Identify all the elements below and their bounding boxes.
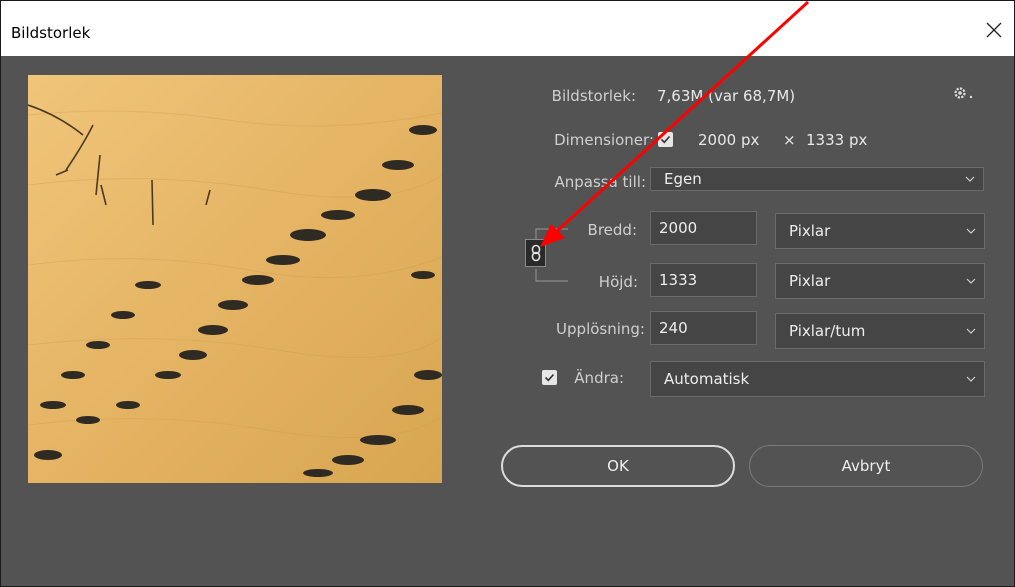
image-size-label: Bildstorlek:	[551, 87, 636, 105]
ok-button[interactable]: OK	[501, 445, 735, 487]
resolution-unit-select[interactable]: Pixlar/tum	[775, 313, 985, 349]
height-unit-value: Pixlar	[789, 272, 831, 290]
width-input[interactable]: 2000	[650, 211, 757, 245]
height-input[interactable]: 1333	[650, 263, 757, 297]
resample-checkbox[interactable]	[542, 370, 557, 385]
resample-method-value: Automatisk	[664, 370, 750, 388]
checkmark-icon	[544, 373, 555, 382]
fit-to-label: Anpassa till:	[554, 173, 646, 191]
chevron-down-icon	[966, 328, 976, 334]
dialog-title: Bildstorlek	[11, 24, 91, 42]
checkmark-icon	[660, 135, 671, 144]
image-size-value: 7,63M (var 68,7M)	[657, 87, 796, 105]
image-preview[interactable]	[28, 75, 442, 483]
width-unit-value: Pixlar	[789, 222, 831, 240]
resolution-input[interactable]: 240	[650, 311, 757, 345]
height-label: Höjd:	[598, 273, 638, 291]
dimensions-label: Dimensioner:	[554, 131, 654, 149]
chevron-down-icon	[966, 278, 976, 284]
resolution-unit-value: Pixlar/tum	[789, 322, 866, 340]
gear-icon	[954, 87, 973, 99]
height-unit-select[interactable]: Pixlar	[775, 263, 985, 299]
title-bar: Bildstorlek	[1, 1, 1014, 56]
close-icon	[986, 22, 1002, 38]
dimensions-height-value: 1333 px	[806, 131, 868, 149]
width-unit-select[interactable]: Pixlar	[775, 213, 985, 249]
dimensions-width-value: 2000 px	[698, 131, 760, 149]
chevron-down-icon	[966, 228, 976, 234]
width-label: Bredd:	[587, 221, 637, 239]
cancel-button[interactable]: Avbryt	[749, 445, 983, 487]
fit-to-select[interactable]: Egen	[650, 167, 984, 191]
resample-method-select[interactable]: Automatisk	[650, 361, 985, 397]
dimensions-separator: ×	[783, 131, 796, 149]
close-button[interactable]	[979, 15, 1009, 45]
chevron-down-icon	[966, 376, 976, 382]
dimensions-checkbox[interactable]	[658, 132, 673, 147]
resolution-label: Upplösning:	[556, 320, 645, 338]
settings-button[interactable]	[953, 85, 975, 104]
fit-to-value: Egen	[664, 170, 702, 188]
constrain-proportions-toggle[interactable]	[525, 239, 546, 267]
chevron-down-icon	[965, 176, 975, 182]
image-size-dialog: Bildstorlek Bildstorlek: 7,63M (var 68,7…	[0, 0, 1015, 587]
chain-link-icon	[531, 244, 540, 262]
resample-label: Ändra:	[574, 369, 624, 387]
